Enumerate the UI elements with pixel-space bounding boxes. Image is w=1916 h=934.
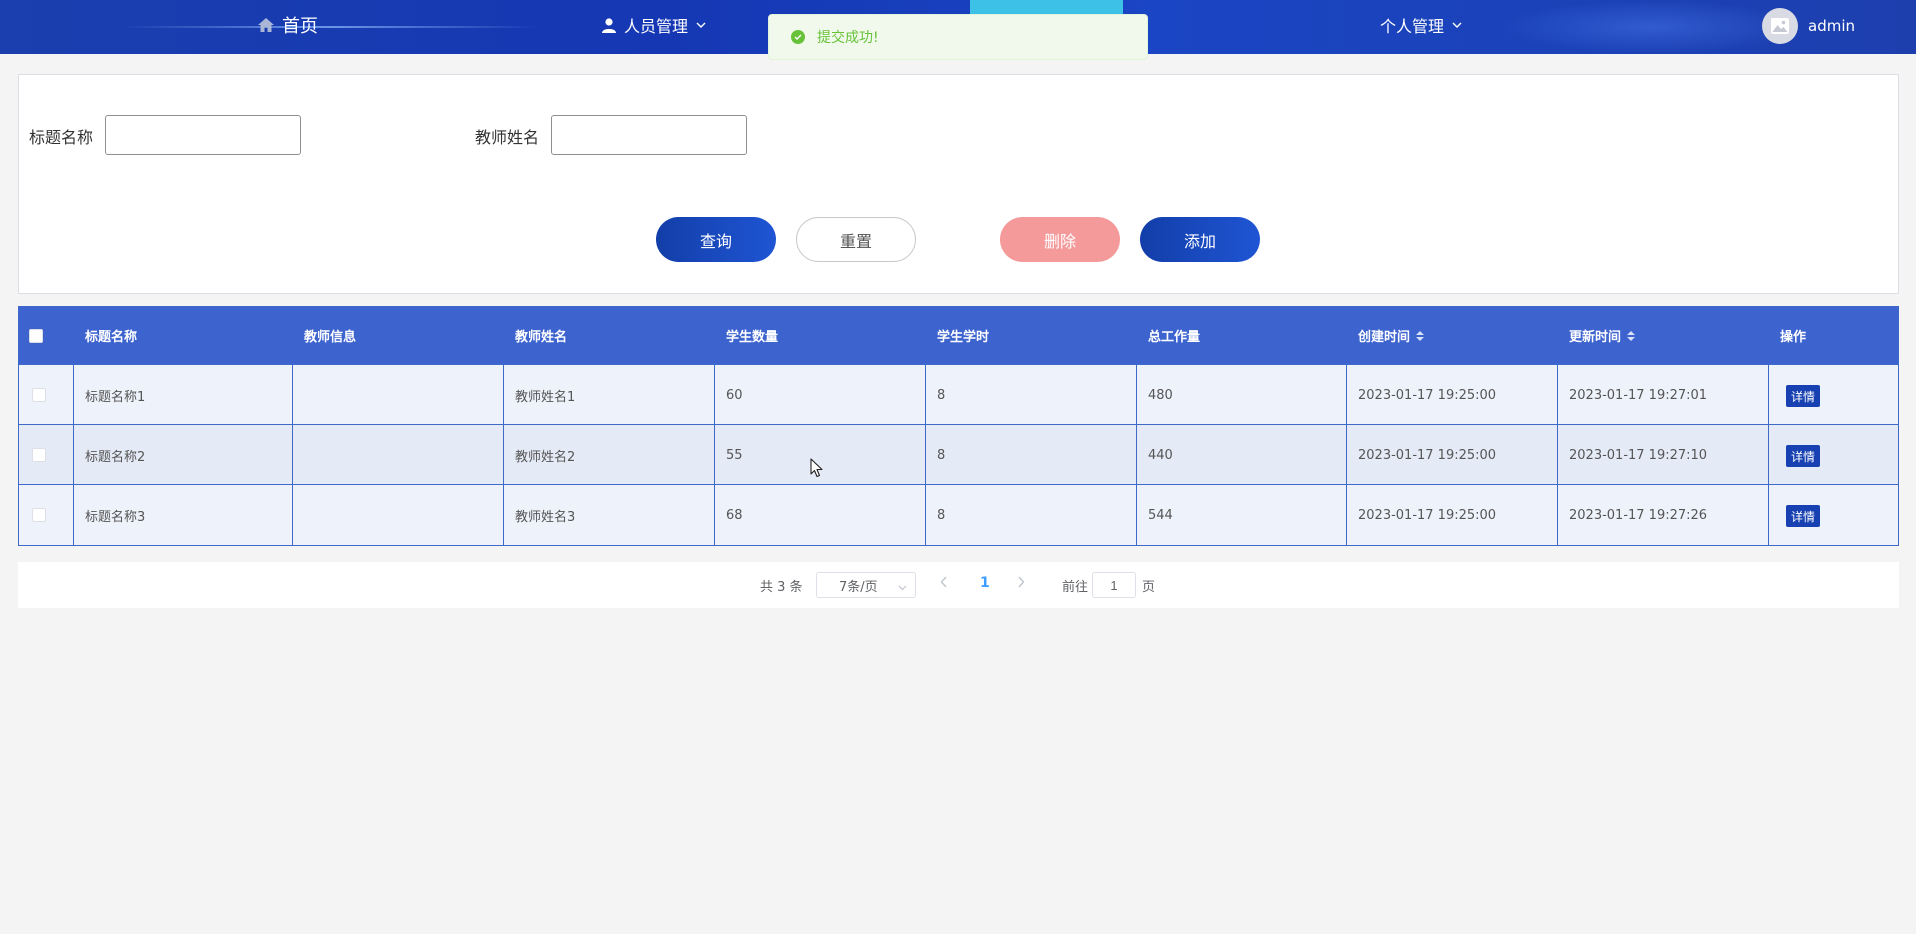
sort-icon[interactable] — [1627, 330, 1636, 341]
table-header: 标题名称 教师信息 教师姓名 学生数量 学生学时 总工作量 创建时间 更新时间 … — [19, 307, 1898, 364]
username-label: admin — [1808, 17, 1855, 35]
nav-decoration-line — [120, 26, 540, 28]
nav-people-label: 人员管理 — [624, 17, 689, 36]
header-created-time[interactable]: 创建时间 — [1358, 307, 1425, 364]
nav-personal-label: 个人管理 — [1380, 17, 1445, 36]
column-divider — [1768, 364, 1769, 545]
column-divider — [292, 364, 293, 545]
cell-created-time: 2023-01-17 19:25:00 — [1358, 447, 1497, 463]
title-filter-input[interactable] — [105, 115, 301, 155]
avatar — [1762, 8, 1798, 44]
column-divider — [1557, 364, 1558, 545]
cell-teacher-name: 教师姓名3 — [515, 509, 576, 525]
success-toast: 提交成功! — [768, 14, 1148, 60]
table-row: 标题名称1 教师姓名1 60 8 480 2023-01-17 19:25:00… — [19, 364, 1898, 424]
prev-page-button[interactable] — [940, 576, 948, 592]
page-size-select[interactable]: 7条/页 — [816, 572, 916, 598]
cell-title: 标题名称1 — [85, 389, 146, 405]
cell-created-time: 2023-01-17 19:25:00 — [1358, 507, 1497, 523]
total-count: 共 3 条 — [760, 580, 803, 595]
sort-icon[interactable] — [1416, 330, 1425, 341]
current-page-number[interactable]: 1 — [980, 575, 990, 591]
row-checkbox[interactable] — [32, 508, 46, 522]
cell-created-time: 2023-01-17 19:25:00 — [1358, 387, 1497, 403]
cell-title: 标题名称3 — [85, 509, 146, 525]
header-student-hours: 学生学时 — [937, 330, 990, 345]
cell-title: 标题名称2 — [85, 449, 146, 465]
nav-home-label: 首页 — [282, 16, 318, 37]
home-icon — [258, 18, 274, 32]
cell-student-hours: 8 — [937, 507, 946, 523]
detail-button[interactable]: 详情 — [1786, 505, 1820, 527]
select-all-checkbox[interactable] — [29, 329, 43, 343]
active-nav-indicator — [970, 0, 1123, 14]
header-student-count: 学生数量 — [726, 330, 779, 345]
row-checkbox[interactable] — [32, 388, 46, 402]
cell-total-workload: 544 — [1148, 507, 1173, 523]
cell-updated-time: 2023-01-17 19:27:01 — [1569, 387, 1708, 403]
column-divider — [503, 364, 504, 545]
page-suffix-label: 页 — [1142, 580, 1156, 595]
cell-student-count: 55 — [726, 447, 743, 463]
chevron-right-icon — [1018, 576, 1025, 588]
cell-teacher-name: 教师姓名1 — [515, 389, 576, 405]
chevron-down-icon — [1452, 22, 1462, 28]
column-divider — [73, 364, 74, 545]
cell-total-workload: 480 — [1148, 387, 1173, 403]
column-divider — [714, 364, 715, 545]
image-placeholder-icon — [1771, 18, 1789, 34]
user-menu[interactable]: admin — [1762, 8, 1855, 44]
header-teacher-name: 教师姓名 — [515, 330, 568, 345]
delete-button[interactable]: 删除 — [1000, 217, 1120, 262]
query-button[interactable]: 查询 — [656, 217, 776, 262]
goto-page-input[interactable] — [1092, 572, 1136, 598]
cell-updated-time: 2023-01-17 19:27:10 — [1569, 447, 1708, 463]
reset-button[interactable]: 重置 — [796, 217, 916, 262]
pagination: 共 3 条 7条/页 1 前往 页 — [18, 562, 1899, 608]
row-checkbox[interactable] — [32, 448, 46, 462]
chevron-down-icon — [696, 22, 706, 28]
title-filter-label: 标题名称 — [29, 128, 94, 147]
nav-people-management[interactable]: 人员管理 — [602, 0, 706, 50]
cell-total-workload: 440 — [1148, 447, 1173, 463]
header-title: 标题名称 — [85, 330, 138, 345]
cell-teacher-name: 教师姓名2 — [515, 449, 576, 465]
teacher-filter-label: 教师姓名 — [475, 128, 540, 147]
page-size-value: 7条/页 — [839, 579, 878, 595]
column-divider — [1136, 364, 1137, 545]
chevron-left-icon — [940, 576, 947, 588]
cell-student-count: 60 — [726, 387, 743, 403]
cell-student-hours: 8 — [937, 447, 946, 463]
nav-decoration-glow — [1500, 0, 1800, 54]
goto-label: 前往 — [1062, 580, 1089, 595]
table-row: 标题名称2 教师姓名2 55 8 440 2023-01-17 19:25:00… — [19, 424, 1898, 484]
detail-button[interactable]: 详情 — [1786, 445, 1820, 467]
add-button[interactable]: 添加 — [1140, 217, 1260, 262]
nav-personal-management[interactable]: 个人管理 — [1380, 0, 1462, 50]
user-icon — [602, 17, 616, 33]
next-page-button[interactable] — [1017, 576, 1025, 592]
cell-updated-time: 2023-01-17 19:27:26 — [1569, 507, 1708, 523]
data-table: 标题名称 教师信息 教师姓名 学生数量 学生学时 总工作量 创建时间 更新时间 … — [18, 306, 1899, 546]
header-total-workload: 总工作量 — [1148, 330, 1201, 345]
table-row: 标题名称3 教师姓名3 68 8 544 2023-01-17 19:25:00… — [19, 484, 1898, 544]
cell-student-count: 68 — [726, 507, 743, 523]
chevron-down-icon — [898, 580, 907, 595]
success-check-icon — [791, 30, 805, 44]
cell-student-hours: 8 — [937, 387, 946, 403]
toast-message: 提交成功! — [817, 30, 879, 46]
nav-home[interactable]: 首页 — [258, 0, 318, 50]
detail-button[interactable]: 详情 — [1786, 385, 1820, 407]
header-teacher-info: 教师信息 — [304, 330, 357, 345]
mouse-cursor-icon — [810, 458, 824, 482]
teacher-filter-input[interactable] — [551, 115, 747, 155]
column-divider — [1346, 364, 1347, 545]
header-updated-time[interactable]: 更新时间 — [1569, 307, 1636, 364]
column-divider — [925, 364, 926, 545]
header-actions: 操作 — [1780, 330, 1807, 345]
search-panel — [18, 74, 1899, 294]
